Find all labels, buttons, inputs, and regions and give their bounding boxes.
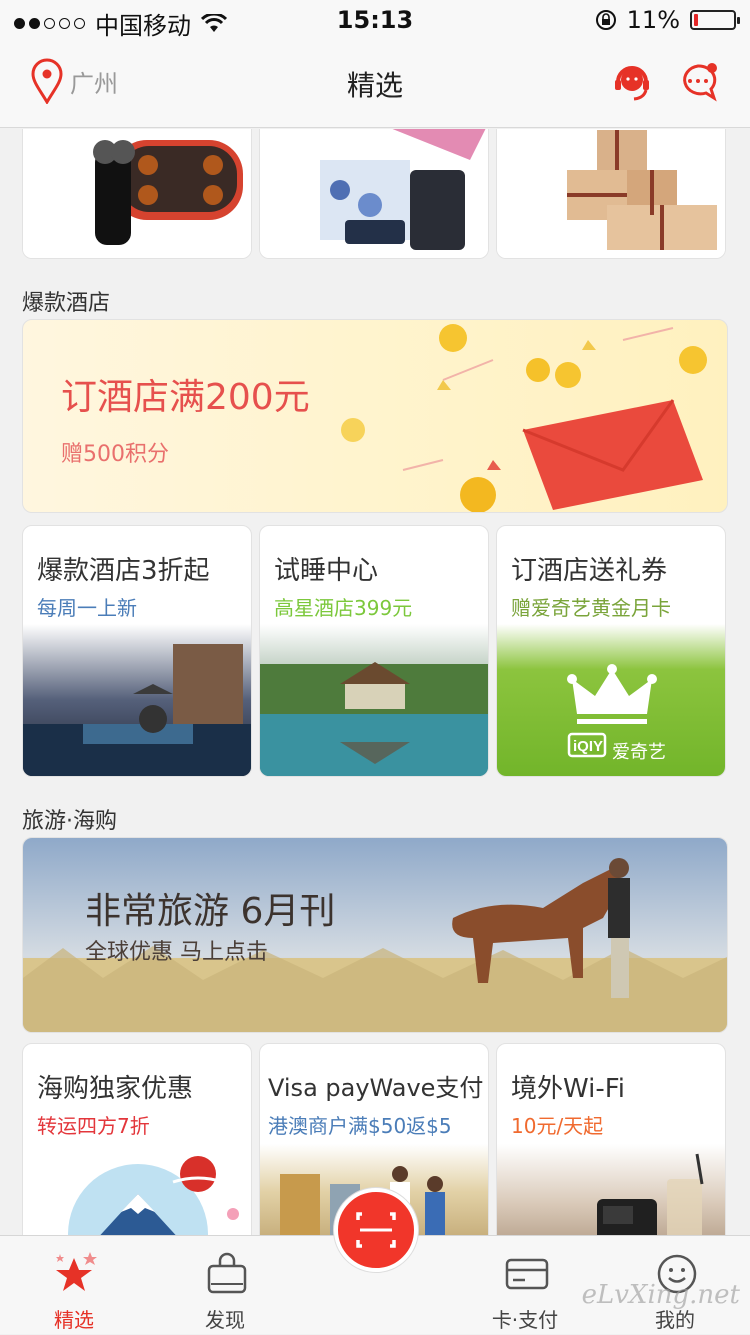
tab-label: 发现 (205, 1308, 245, 1332)
nav-actions (610, 60, 720, 104)
section-title-travel: 旅游·海购 (22, 809, 117, 834)
scan-button[interactable] (334, 1188, 418, 1272)
tab-discover[interactable]: 发现 (165, 1236, 285, 1335)
battery-percent: 11% (626, 6, 680, 34)
battery-icon (690, 10, 740, 30)
wifi-device-image (497, 1144, 725, 1235)
tile-title: 订酒店送礼券 (511, 556, 668, 586)
product-tile-electronics[interactable] (22, 129, 252, 259)
tile-subtitle: 港澳商户满$50返$5 (268, 1114, 452, 1138)
hotel-promo-banner[interactable]: 订酒店满200元 赠500积分 (22, 319, 728, 513)
battery-fill (694, 14, 699, 26)
tile-subtitle: 转运四方7折 (37, 1114, 150, 1138)
hotel-tile-trial-stay[interactable]: 试睡中心 高星酒店399元 (259, 525, 489, 777)
product-tile-gifts[interactable] (496, 129, 726, 259)
gift-boxes-image (497, 129, 725, 258)
section-title-hotels: 爆款酒店 (22, 291, 111, 316)
nav-bar: 广州 精选 (0, 40, 750, 128)
tile-subtitle: 高星酒店399元 (274, 596, 413, 620)
hotel-banner-sub: 赠500积分 (61, 442, 169, 467)
resort-night-image (23, 624, 251, 776)
luggage-image (260, 129, 488, 258)
travel-banner-headline: 非常旅游 6月刊 (85, 891, 336, 932)
tile-title: Visa payWave支付 (268, 1074, 484, 1102)
hotel-banner-headline: 订酒店满200元 (61, 377, 310, 418)
shopping-bag-icon (207, 1252, 247, 1294)
tab-label: 卡·支付 (491, 1308, 559, 1332)
shop-tile-wifi[interactable]: 境外Wi-Fi 10元/天起 (496, 1043, 726, 1235)
tile-subtitle: 每周一上新 (37, 596, 137, 620)
scan-icon (356, 1212, 396, 1248)
tile-title: 境外Wi-Fi (511, 1074, 626, 1104)
mount-fuji-image (68, 1156, 239, 1235)
hotel-tile-discount[interactable]: 爆款酒店3折起 每周一上新 (22, 525, 252, 777)
tab-card-pay[interactable]: 卡·支付 (465, 1236, 585, 1335)
tile-title: 试睡中心 (274, 556, 379, 586)
shop-tile-overseas[interactable]: 海购独家优惠 转运四方7折 (22, 1043, 252, 1235)
tile-title: 海购独家优惠 (37, 1074, 194, 1104)
watermark: eLvXing.net (581, 1280, 740, 1310)
svg-text:iQIY: iQIY (573, 738, 603, 755)
status-right: 11% (595, 6, 740, 34)
product-tile-travel-goods[interactable] (259, 129, 489, 259)
tile-subtitle: 10元/天起 (511, 1114, 604, 1138)
travel-promo-banner[interactable]: 非常旅游 6月刊 全球优惠 马上点击 (22, 837, 728, 1033)
iqiyi-logo-text: 爱奇艺 (612, 742, 666, 763)
tile-subtitle: 赠爱奇艺黄金月卡 (511, 596, 671, 620)
star-icon (56, 1252, 97, 1291)
content-area[interactable]: 爆款酒店 订酒店满200元 赠500积分 爆款酒店3折起 每周一上新 试睡中心 … (0, 129, 750, 1235)
tab-featured[interactable]: 精选 (14, 1236, 134, 1335)
tile-title: 爆款酒店3折起 (37, 556, 210, 586)
tab-label: 精选 (54, 1308, 94, 1332)
hotel-tile-gift-voucher[interactable]: 订酒店送礼券 赠爱奇艺黄金月卡 iQIY 爱奇艺 (496, 525, 726, 777)
status-bar: 中国移动 15:13 11% (0, 0, 750, 40)
rotation-lock-icon (595, 10, 616, 30)
message-icon[interactable] (676, 60, 720, 104)
massage-pillow-image (23, 129, 251, 258)
travel-banner-sub: 全球优惠 马上点击 (85, 940, 268, 965)
pavilion-lake-image (260, 624, 488, 776)
card-icon (505, 1258, 549, 1290)
customer-service-icon[interactable] (610, 60, 654, 104)
